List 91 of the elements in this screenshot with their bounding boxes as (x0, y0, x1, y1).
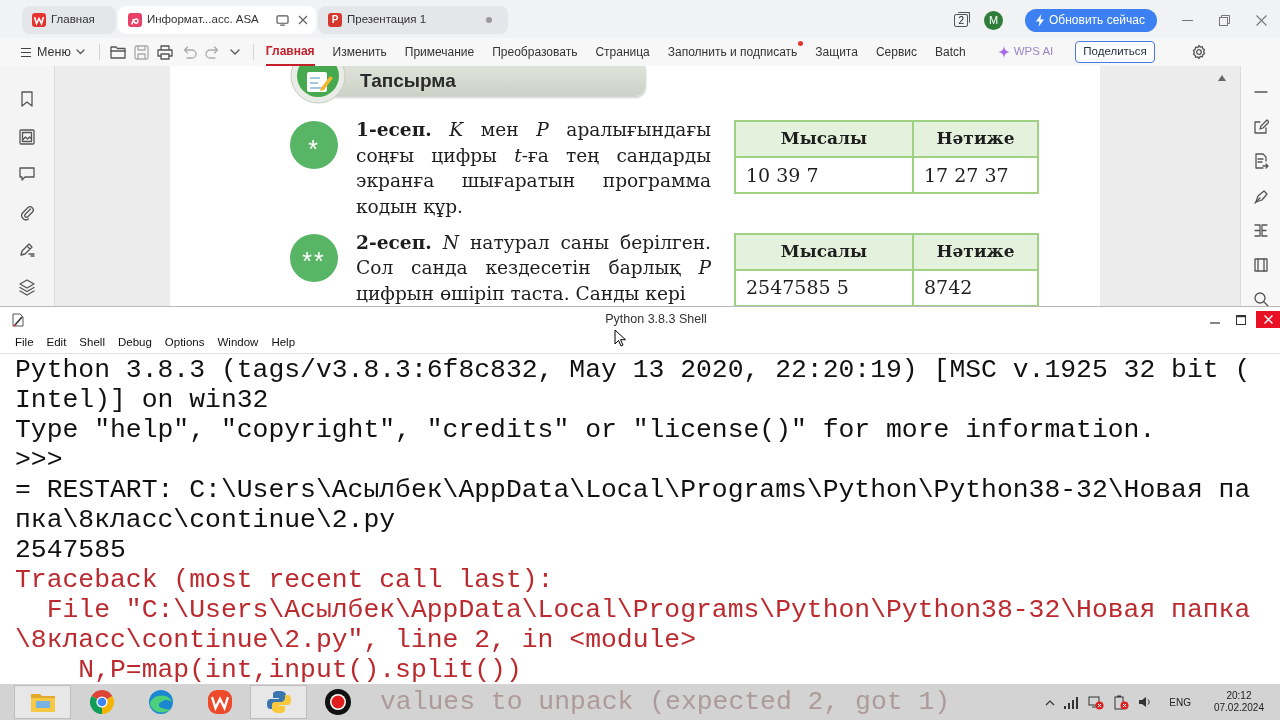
table-header-cell: Нәтиже (913, 233, 1038, 270)
ribbon-tab[interactable]: Примечание (404, 38, 475, 66)
task-marker: ** (290, 233, 338, 282)
menu-item[interactable]: Window (217, 333, 259, 352)
shell-line: Intel)] on win32 (15, 385, 269, 415)
task-text: 2-есеп. N натурал саны берілген. Сол санда кездесетін барлық P цифрын өшіріп таста. Санды кері (356, 230, 711, 306)
image-icon[interactable] (18, 127, 36, 146)
task-marker: * (290, 121, 338, 169)
presentation-logo: P (328, 13, 342, 27)
share-button[interactable]: Поделиться (1075, 41, 1155, 63)
table-cell: 2547585 5 (735, 269, 913, 306)
browser-icon (146, 688, 175, 716)
app-icon (10, 311, 26, 328)
maximize-icon[interactable] (1236, 314, 1246, 325)
settings-icon[interactable] (1190, 44, 1207, 60)
menu-item[interactable]: Debug (117, 333, 152, 352)
menu-item[interactable]: Options (164, 333, 205, 352)
frame-icon[interactable] (1252, 256, 1269, 273)
shell-line: Traceback (most recent call last): (15, 565, 554, 595)
close-icon[interactable] (1256, 14, 1267, 26)
shell-line: values to unpack (expected 2, got 1) (380, 687, 951, 717)
sparkle-icon (997, 46, 1010, 58)
shell-line: >>> (15, 445, 63, 475)
document-tab[interactable]: P Презентация 1 (318, 6, 508, 34)
shell-line: пка\8класс\continue\2.py (15, 505, 396, 535)
menu-item[interactable]: Shell (79, 333, 105, 352)
shell-line: = RESTART: C:\Users\Асылбек\AppData\Local\Programs\Python\Python38-32\Новая па (15, 475, 1251, 505)
document-arrow-icon[interactable] (1252, 153, 1269, 169)
table-header-cell: Нәтиже (913, 121, 1038, 157)
compare-icon[interactable] (1252, 222, 1269, 238)
caret-icon (75, 49, 85, 55)
shell-line: \8класс\continue\2.py", line 2, in <module> (15, 625, 696, 655)
menu-item[interactable]: Help (271, 333, 296, 352)
update-button[interactable]: Обновить сейчас (1025, 8, 1157, 32)
menu-button[interactable]: Меню (18, 42, 87, 62)
mouse-pointer-icon (614, 329, 626, 347)
lightning-icon (1035, 13, 1044, 27)
caret-icon[interactable] (228, 48, 241, 56)
comment-icon[interactable] (18, 165, 36, 183)
document-tab[interactable]: Информат...асс. ASA (118, 6, 316, 34)
restore-icon[interactable] (1219, 14, 1230, 26)
table-cell: 8742 (913, 269, 1038, 306)
scroll-up-icon[interactable] (1218, 75, 1226, 81)
snake-logo-icon (264, 688, 293, 716)
avatar[interactable]: M (984, 10, 1003, 30)
battery-error-icon[interactable] (1113, 694, 1130, 710)
close-icon[interactable] (298, 15, 308, 25)
document-tab[interactable]: Главная (22, 6, 116, 34)
window-count[interactable]: 2 (954, 13, 968, 27)
table-header-cell: Мысалы (735, 233, 913, 270)
ribbon-tab[interactable]: Преобразовать (492, 38, 578, 66)
close-button[interactable] (1256, 311, 1280, 328)
ribbon-tab[interactable]: Batch (935, 38, 966, 66)
banner-title: Тапсырма (360, 68, 456, 93)
table-header-cell: Мысалы (735, 121, 913, 157)
language-indicator[interactable]: ENG (1169, 694, 1191, 710)
menu-item[interactable]: Edit (46, 333, 67, 352)
ribbon-tab[interactable]: Заполнить и подписать (667, 38, 798, 66)
ribbon-tab[interactable]: Страница (595, 38, 650, 66)
document-logo-icon (128, 13, 142, 27)
ribbon-tab[interactable]: Защита (815, 38, 858, 66)
monitor-icon[interactable] (276, 14, 289, 26)
shell-line: 2547585 (15, 535, 126, 565)
menu-icon (20, 46, 32, 58)
chevron-up-icon[interactable] (1045, 698, 1056, 706)
signal-icon[interactable] (1064, 695, 1080, 709)
clock-time[interactable]: 20:12 (1226, 690, 1252, 702)
layers-icon[interactable] (18, 277, 36, 296)
zigzag-logo-icon (32, 13, 46, 27)
ribbon-tab[interactable]: Сервис (875, 38, 917, 66)
shell-line: Type "help", "copyright", "credits" or "license()" for more information. (15, 415, 1156, 445)
clock-date[interactable]: 07.02.2024 (1213, 702, 1264, 714)
window-title: Python 3.8.3 Shell (604, 311, 707, 329)
shell-line: File "C:\Users\Асылбек\AppData\Local\Programs\Python\Python38-32\Новая папка (45, 595, 1251, 625)
zigzag-logo-icon (205, 688, 234, 716)
printer-icon[interactable] (156, 44, 173, 60)
network-error-icon[interactable] (1088, 694, 1105, 710)
search-icon[interactable] (1252, 291, 1269, 306)
shell-line: Python 3.8.3 (tags/v3.8.3:6f8c832, May 13 2020, 22:20:19) [MSC v.1925 32 bit ( (15, 355, 1251, 385)
edit-icon[interactable] (1252, 118, 1269, 135)
browser-icon (87, 688, 116, 716)
task-text: 1-есеп. K мен P аралығындағы соңғы цифры t-ға тең сандарды экранға шығаратын программа кодын құр. (356, 118, 711, 219)
bookmark-icon[interactable] (18, 90, 36, 108)
table-cell: 17 27 37 (913, 157, 1038, 193)
speaker-icon[interactable] (1138, 695, 1153, 709)
record-icon (323, 688, 352, 716)
folder-icon[interactable] (109, 45, 126, 59)
menu-item[interactable]: File (15, 333, 34, 352)
shell-line: N,P=map(int,input().split()) (77, 655, 522, 684)
table-cell: 10 39 7 (735, 157, 913, 193)
ribbon-tab[interactable]: Изменить (332, 38, 387, 66)
